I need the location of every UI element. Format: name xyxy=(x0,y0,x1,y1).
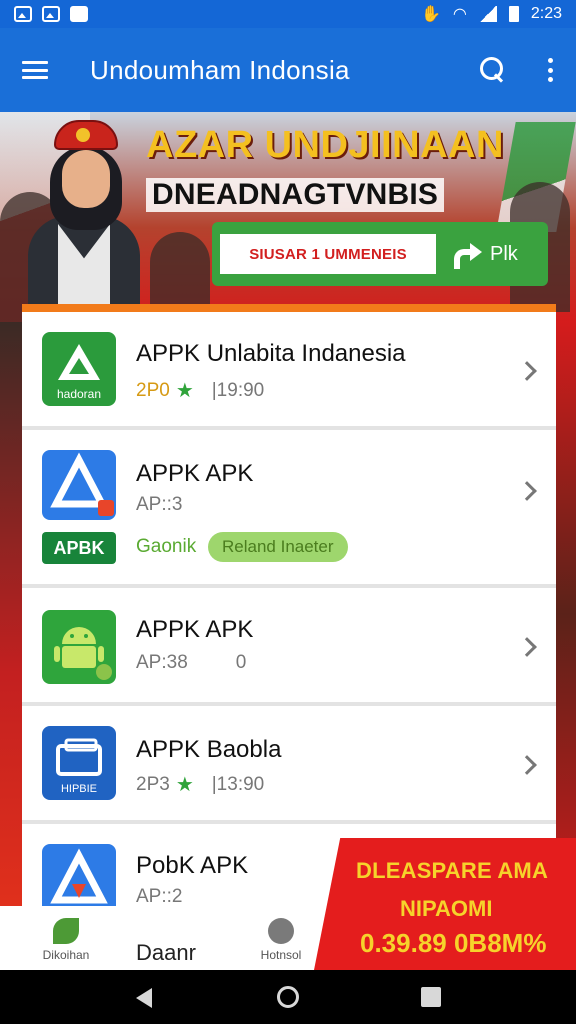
tools-icon xyxy=(268,918,294,944)
share-arrow-icon xyxy=(454,243,482,269)
nav-item-center[interactable]: Daanr xyxy=(136,940,196,966)
app-meta-text: AP:38 xyxy=(136,652,188,673)
search-icon[interactable] xyxy=(480,57,506,83)
app-title: APPK APK xyxy=(136,616,254,643)
store-a-icon xyxy=(42,450,116,520)
system-status: ✋ ◠ 2:23 xyxy=(421,4,562,24)
hero-button-action: Plk xyxy=(490,242,518,265)
nav-label: Hotnsol xyxy=(260,948,302,962)
hero-button-label: SIUSAR 1 UMMENEIS xyxy=(220,234,436,274)
list-item[interactable]: HIPBIE APPK Baobla 2P3 ★ |13:90 xyxy=(22,710,556,824)
home-icon[interactable] xyxy=(277,986,299,1008)
background-strip xyxy=(556,322,576,906)
app-meta: AP::3 xyxy=(136,494,183,515)
system-navigation-bar xyxy=(0,970,576,1024)
leaf-icon xyxy=(53,918,79,944)
app-meta: 2P3 ★ |13:90 xyxy=(136,772,264,797)
nav-label: Dikoihan xyxy=(42,948,90,962)
list-item[interactable]: hadoran APPK Unlabita Indanesia 2P0 ★ |1… xyxy=(22,312,556,430)
wifi-icon: ◠ xyxy=(452,6,467,23)
app-title: APPK Unlabita Indanesia xyxy=(136,340,406,367)
android-icon xyxy=(42,610,116,684)
message-notification-icon xyxy=(70,6,88,22)
vibrate-icon: ✋ xyxy=(420,6,441,23)
app-title: APPK Baobla xyxy=(136,736,282,763)
notification-icons xyxy=(14,6,88,22)
hero-banner[interactable]: AZAR UNDJIINAAN DNEADNAGTVNBIS SIUSAR 1 … xyxy=(0,112,576,322)
list-item[interactable]: APPK APK AP:38 0 xyxy=(22,592,556,706)
hero-subtitle: DNEADNAGTVNBIS xyxy=(146,178,445,212)
chevron-right-icon xyxy=(517,481,537,501)
promo-subline: NIPAOMI xyxy=(400,896,493,921)
nav-item-settings[interactable]: Hotnsol xyxy=(246,906,316,970)
back-icon[interactable] xyxy=(136,988,152,1008)
cell-signal-icon xyxy=(478,6,497,22)
status-bar: ✋ ◠ 2:23 xyxy=(0,0,576,28)
list-item[interactable]: APPK APK AP::3 APBK Gaonik Reland Inaete… xyxy=(22,434,556,588)
star-icon: ★ xyxy=(175,774,194,796)
recent-apps-icon[interactable] xyxy=(421,987,441,1007)
rating-value: 2P0 xyxy=(136,379,170,401)
menu-icon[interactable] xyxy=(22,61,48,79)
app-title: PobK APK xyxy=(136,852,249,879)
app-meta: AP:38 0 xyxy=(136,652,246,674)
more-options-icon[interactable] xyxy=(548,58,554,82)
chevron-right-icon xyxy=(517,637,537,657)
app-meta: 2P0 ★ |19:90 xyxy=(136,378,264,403)
background-strip xyxy=(0,322,22,906)
app-size: |19:90 xyxy=(211,379,265,401)
promo-headline: DLEASPARE AMA xyxy=(356,858,549,883)
category-label: Gaonik xyxy=(136,536,197,557)
icon-caption: HIPBIE xyxy=(61,783,97,795)
apk-badge: APBK xyxy=(42,532,116,564)
folder-icon: HIPBIE xyxy=(42,726,116,800)
divider xyxy=(22,304,556,312)
mascot-illustration xyxy=(28,120,148,310)
hero-action-button[interactable]: SIUSAR 1 UMMENEIS Plk xyxy=(212,222,548,286)
chevron-right-icon xyxy=(517,755,537,775)
hero-title: AZAR UNDJIINAAN xyxy=(146,124,504,166)
tag-chip[interactable]: Reland Inaeter xyxy=(208,532,348,562)
rating-value: 2P3 xyxy=(136,773,170,795)
promo-value: 0.39.89 0B8M% xyxy=(360,928,547,958)
app-size: |13:90 xyxy=(211,773,265,795)
star-icon: ★ xyxy=(175,380,194,402)
letter-a-icon: hadoran xyxy=(42,332,116,406)
app-extra: 0 xyxy=(235,652,247,673)
battery-icon xyxy=(508,6,519,22)
app-bar: Undoumham Indonsia xyxy=(0,28,576,112)
app-title: APPK APK xyxy=(136,460,254,487)
image-notification-icon xyxy=(14,6,32,22)
icon-caption: hadoran xyxy=(57,387,101,401)
photo-notification-icon xyxy=(42,6,60,22)
chevron-right-icon xyxy=(517,361,537,381)
clock: 2:23 xyxy=(530,5,562,22)
app-title: Undoumham Indonsia xyxy=(90,54,350,85)
nav-item-home[interactable]: Dikoihan xyxy=(26,906,106,970)
app-meta: AP::2 xyxy=(136,886,183,907)
